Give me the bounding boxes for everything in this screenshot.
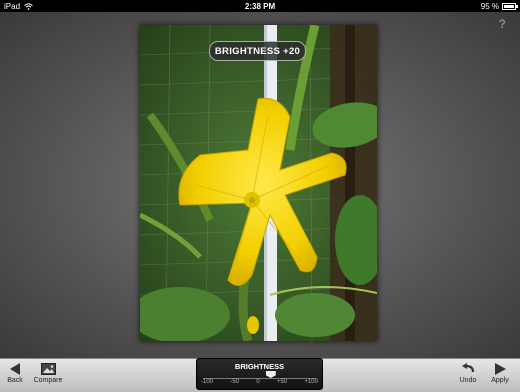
undo-label: Undo [459, 377, 477, 384]
slider-ticks: -100 -50 0 +50 +100 [201, 379, 318, 385]
slider-tick: -100 [201, 379, 214, 385]
undo-icon [461, 363, 474, 373]
compare-label: Compare [33, 377, 63, 384]
editor-canvas: ? BRIGHTNESS +20 [0, 12, 520, 358]
back-label: Back [7, 377, 23, 384]
compare-button[interactable]: Compare [28, 361, 68, 384]
wifi-icon [24, 2, 33, 10]
apply-arrow-icon [494, 363, 506, 375]
device-name: iPad [4, 1, 21, 11]
brightness-slider-panel[interactable]: BRIGHTNESS -100 -50 0 +50 +100 [196, 358, 323, 390]
battery-icon [502, 2, 518, 10]
flower-photo [140, 25, 377, 341]
help-button[interactable]: ? [499, 17, 506, 31]
slider-tick: -50 [230, 379, 239, 385]
apply-label: Apply [491, 377, 509, 384]
status-bar: iPad 2:38 PM 95 % [0, 0, 520, 12]
slider-tick: +100 [304, 379, 318, 385]
status-left: iPad [4, 2, 33, 11]
photo-preview[interactable] [140, 25, 377, 341]
slider-tick: 0 [256, 379, 260, 385]
back-arrow-icon [9, 363, 20, 375]
status-time: 2:38 PM [244, 1, 276, 11]
slider-tick: +50 [276, 379, 288, 385]
slider-label: BRIGHTNESS [234, 362, 285, 371]
adjustment-badge: BRIGHTNESS +20 [209, 41, 306, 61]
image-compare-icon [40, 363, 56, 375]
apply-button[interactable]: Apply [480, 361, 520, 384]
status-right: 95 % [480, 1, 518, 11]
battery-percent: 95 % [480, 1, 499, 11]
slider-track[interactable] [203, 372, 316, 379]
